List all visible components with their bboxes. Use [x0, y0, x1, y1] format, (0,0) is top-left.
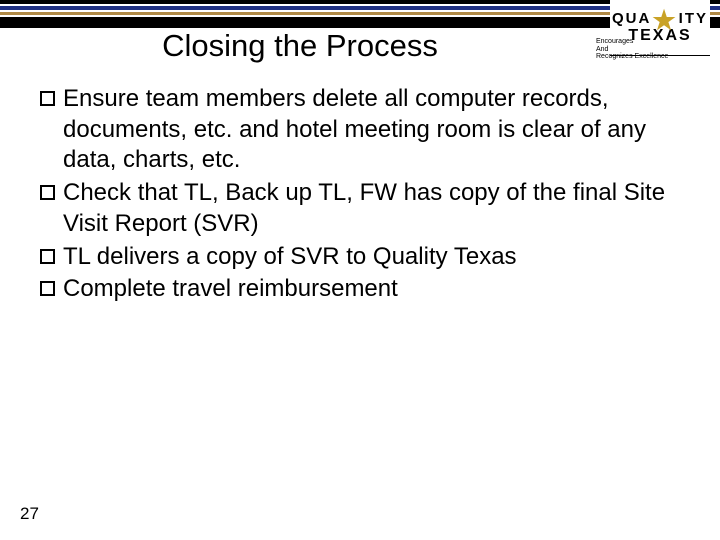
bullet-item: Check that TL, Back up TL, FW has copy o… [40, 178, 670, 239]
square-bullet-icon [40, 185, 55, 200]
bullet-item: Complete travel reimbursement [40, 274, 670, 305]
tagline-line-3: Recognizes Excellence [596, 53, 706, 61]
bullet-text: Complete travel reimbursement [63, 274, 670, 305]
page-number: 27 [20, 504, 39, 524]
square-bullet-icon [40, 281, 55, 296]
slide-body: Ensure team members delete all computer … [40, 84, 670, 307]
logo-tagline: Encourages And Recognizes Excellence [596, 38, 706, 61]
slide: QUA ★ ITY TEXAS Encourages And Recognize… [0, 0, 720, 540]
bullet-text: TL delivers a copy of SVR to Quality Tex… [63, 242, 670, 273]
bullet-text: Check that TL, Back up TL, FW has copy o… [63, 178, 670, 239]
square-bullet-icon [40, 91, 55, 106]
bullet-text: Ensure team members delete all computer … [63, 84, 670, 176]
tagline-line-1: Encourages [596, 38, 706, 46]
logo-text-ity: ITY [679, 10, 708, 27]
slide-title: Closing the Process [0, 28, 600, 64]
bullet-item: TL delivers a copy of SVR to Quality Tex… [40, 242, 670, 273]
logo-line-quality: QUA ★ ITY [612, 10, 708, 27]
square-bullet-icon [40, 249, 55, 264]
logo-text-qua: QUA [612, 10, 651, 27]
tagline-line-2: And [596, 46, 706, 54]
bullet-item: Ensure team members delete all computer … [40, 84, 670, 176]
